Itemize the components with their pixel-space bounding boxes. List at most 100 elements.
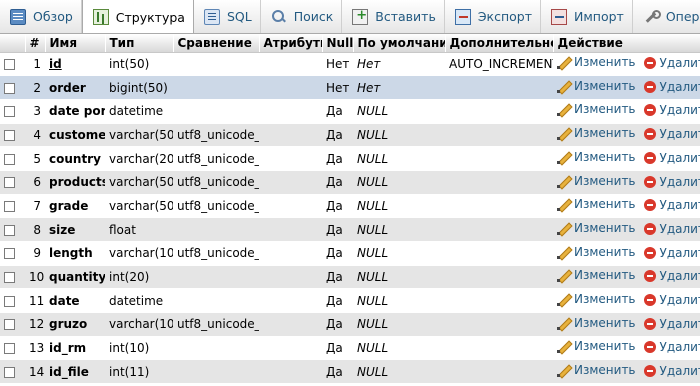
column-header-collation[interactable]: Сравнение xyxy=(173,34,260,53)
delete-button[interactable]: Удалить xyxy=(643,80,700,94)
column-type: int(10) xyxy=(105,336,173,361)
edit-label: Изменить xyxy=(574,173,636,188)
column-default: NULL xyxy=(353,123,445,148)
table-row[interactable]: 5 country varchar(20)utf8_unicode_ci ДаNULL… xyxy=(0,146,700,171)
table-row[interactable]: 3 date portdatetime ДаNULL Изменить Удалить xyxy=(0,99,700,124)
row-checkbox[interactable] xyxy=(4,129,15,141)
table-row[interactable]: 13 id_rm int(10) ДаNULL Изменить Удалить xyxy=(0,336,700,361)
column-header-default[interactable]: По умолчанию xyxy=(353,34,446,53)
row-checkbox[interactable] xyxy=(4,248,15,260)
pencil-icon xyxy=(557,150,571,164)
edit-button[interactable]: Изменить xyxy=(557,79,636,93)
structure-rows: 1 id int(50) Нет Нет AUTO_INCREMENT Изменить Уд… xyxy=(0,52,700,385)
row-checkbox[interactable] xyxy=(4,106,15,118)
row-checkbox[interactable] xyxy=(4,343,15,355)
delete-button[interactable]: Удалить xyxy=(643,317,700,331)
edit-button[interactable]: Изменить xyxy=(557,339,636,354)
delete-button[interactable]: Удалить xyxy=(643,246,700,260)
column-header-num[interactable]: # xyxy=(25,34,46,53)
tab-structure[interactable]: Структура xyxy=(81,0,194,33)
delete-button[interactable]: Удалить xyxy=(643,222,700,236)
column-default: Нет xyxy=(353,75,445,100)
table-row[interactable]: 8 size float ДаNULL Изменить Удалить xyxy=(0,217,700,242)
row-checkbox[interactable] xyxy=(4,58,15,70)
row-actions: Изменить Удалить xyxy=(553,123,700,148)
column-header-attributes[interactable]: Атрибуты xyxy=(259,34,323,53)
edit-label: Изменить xyxy=(574,78,636,93)
edit-button[interactable]: Изменить xyxy=(557,174,636,188)
tab-import[interactable]: Импорт xyxy=(541,0,633,33)
edit-button[interactable]: Изменить xyxy=(557,245,636,259)
edit-button[interactable]: Изменить xyxy=(557,221,636,235)
column-default: NULL xyxy=(353,312,445,337)
tab-browse[interactable]: Обзор xyxy=(0,0,82,33)
tab-insert[interactable]: Вставить xyxy=(342,0,445,33)
table-row[interactable]: 10 quantityint(20) ДаNULL Изменить Удалить xyxy=(0,265,700,290)
table-row[interactable]: 14 id_file int(11) ДаNULL Изменить Удалить xyxy=(0,359,700,385)
delete-icon xyxy=(643,293,656,306)
edit-button[interactable]: Изменить xyxy=(557,150,636,164)
edit-button[interactable]: Изменить xyxy=(557,102,636,117)
edit-button[interactable]: Изменить xyxy=(557,292,636,306)
column-type: varchar(50) xyxy=(105,123,173,148)
row-checkbox[interactable] xyxy=(4,177,15,189)
row-number: 5 xyxy=(25,146,45,171)
edit-button[interactable]: Изменить xyxy=(557,197,636,212)
row-checkbox[interactable] xyxy=(4,82,15,94)
column-collation xyxy=(173,288,259,314)
edit-button[interactable]: Изменить xyxy=(557,55,636,70)
column-header-type[interactable]: Тип xyxy=(105,34,174,53)
table-row[interactable]: 1 id int(50) Нет Нет AUTO_INCREMENT Изменить Уд… xyxy=(0,52,700,77)
row-checkbox[interactable] xyxy=(4,224,15,236)
tab-search[interactable]: Поиск xyxy=(261,0,343,33)
delete-button[interactable]: Удалить xyxy=(643,103,700,117)
column-name: id xyxy=(49,56,62,71)
delete-button[interactable]: Удалить xyxy=(643,364,700,378)
edit-label: Изменить xyxy=(574,291,636,306)
table-row[interactable]: 12 gruzo varchar(100)utf8_unicode_ci ДаNULL… xyxy=(0,312,700,337)
delete-button[interactable]: Удалить xyxy=(643,127,700,141)
row-checkbox[interactable] xyxy=(4,319,15,331)
column-extra xyxy=(445,146,553,171)
delete-button[interactable]: Удалить xyxy=(643,293,700,307)
table-row[interactable]: 11 date datetime ДаNULL Изменить Удалить xyxy=(0,288,700,314)
column-null: Да xyxy=(322,146,353,171)
pencil-icon xyxy=(557,102,571,117)
edit-button[interactable]: Изменить xyxy=(557,268,636,283)
row-checkbox[interactable] xyxy=(4,295,15,307)
row-actions: Изменить Удалить xyxy=(553,312,700,337)
table-row[interactable]: 6 productsvarchar(50)utf8_unicode_ci ДаNUL… xyxy=(0,170,700,195)
delete-icon xyxy=(643,222,656,235)
delete-button[interactable]: Удалить xyxy=(643,340,700,354)
delete-button[interactable]: Удалить xyxy=(643,198,700,212)
edit-button[interactable]: Изменить xyxy=(557,316,636,330)
delete-button[interactable]: Удалить xyxy=(643,151,700,165)
tab-export[interactable]: Экспорт xyxy=(445,0,542,33)
table-row[interactable]: 4 customervarchar(50)utf8_unicode_ci ДаNUL… xyxy=(0,123,700,148)
table-row[interactable]: 9 length varchar(100)utf8_unicode_ci ДаNULL… xyxy=(0,241,700,266)
delete-icon xyxy=(643,151,656,164)
tab-sql[interactable]: SQL xyxy=(194,0,261,33)
column-null: Да xyxy=(322,123,353,148)
row-checkbox[interactable] xyxy=(4,272,15,284)
delete-button[interactable]: Удалить xyxy=(643,175,700,189)
column-name-cell: order xyxy=(45,75,105,100)
delete-icon xyxy=(643,57,656,70)
edit-button[interactable]: Изменить xyxy=(557,126,636,141)
table-row[interactable]: 7 grade varchar(50)utf8_unicode_ci ДаNULL Из… xyxy=(0,194,700,219)
column-header-null[interactable]: Null xyxy=(322,34,354,53)
table-row[interactable]: 2 order bigint(50) НетНет Изменить Удалить xyxy=(0,75,700,100)
row-checkbox[interactable] xyxy=(4,200,15,212)
delete-button[interactable]: Удалить xyxy=(643,56,700,70)
column-header-name[interactable]: Имя xyxy=(45,34,106,53)
column-name-cell: size xyxy=(45,217,105,242)
delete-button[interactable]: Удалить xyxy=(643,269,700,283)
structure-icon xyxy=(92,9,109,25)
row-checkbox[interactable] xyxy=(4,153,15,165)
tab-operations[interactable]: Операции xyxy=(633,0,700,33)
edit-button[interactable]: Изменить xyxy=(557,363,636,378)
column-null: Да xyxy=(322,217,353,242)
pencil-icon xyxy=(557,316,571,330)
row-checkbox[interactable] xyxy=(4,366,15,378)
column-header-extra[interactable]: Дополнительно xyxy=(445,34,554,53)
